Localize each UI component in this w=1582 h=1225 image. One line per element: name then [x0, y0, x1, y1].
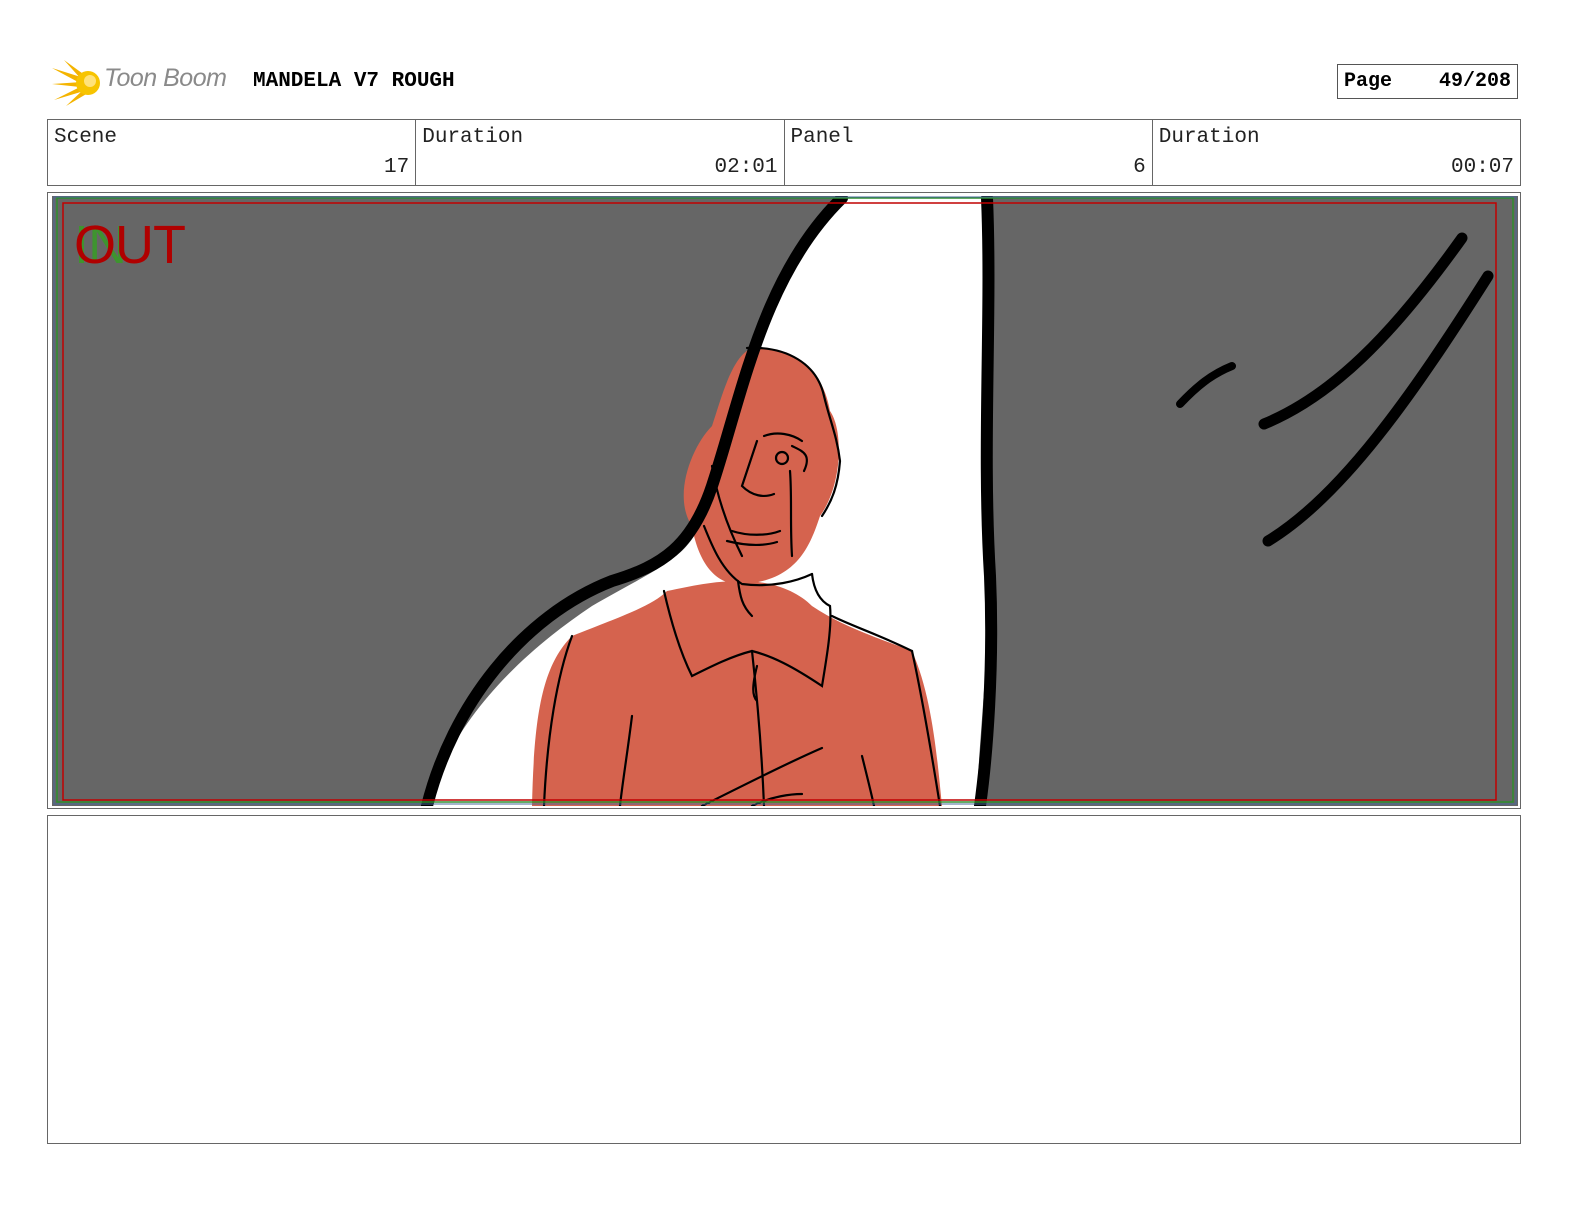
project-title: MANDELA V7 ROUGH — [253, 70, 455, 93]
panel-duration-value: 00:07 — [1450, 156, 1514, 179]
panel-duration-label: Duration — [1158, 126, 1260, 149]
page-indicator: Page 49/208 — [1337, 64, 1518, 99]
transition-out-label: IN OUT — [74, 214, 186, 276]
panel-label: Panel — [790, 126, 854, 149]
panel-value: 6 — [1133, 156, 1146, 179]
panel-info-table: Scene 17 Duration 02:01 Panel 6 Duration… — [47, 119, 1521, 186]
transition-out-text: OUT — [74, 215, 186, 275]
scene-label: Scene — [54, 126, 118, 149]
page-number: 49/208 — [1438, 70, 1511, 93]
scene-value: 17 — [384, 156, 410, 179]
scene-duration-value: 02:01 — [714, 156, 778, 179]
logo-wordmark: Toon Boom — [104, 64, 227, 92]
panel-cell: Panel 6 — [785, 120, 1153, 185]
panel-duration-cell: Duration 00:07 — [1153, 120, 1520, 185]
storyboard-drawing — [52, 192, 1518, 812]
panel-notes-box — [47, 815, 1521, 1144]
scene-cell: Scene 17 — [48, 120, 417, 185]
scene-duration-cell: Duration 02:01 — [416, 120, 785, 185]
page-label: Page — [1344, 70, 1393, 93]
scene-duration-label: Duration — [422, 126, 524, 149]
